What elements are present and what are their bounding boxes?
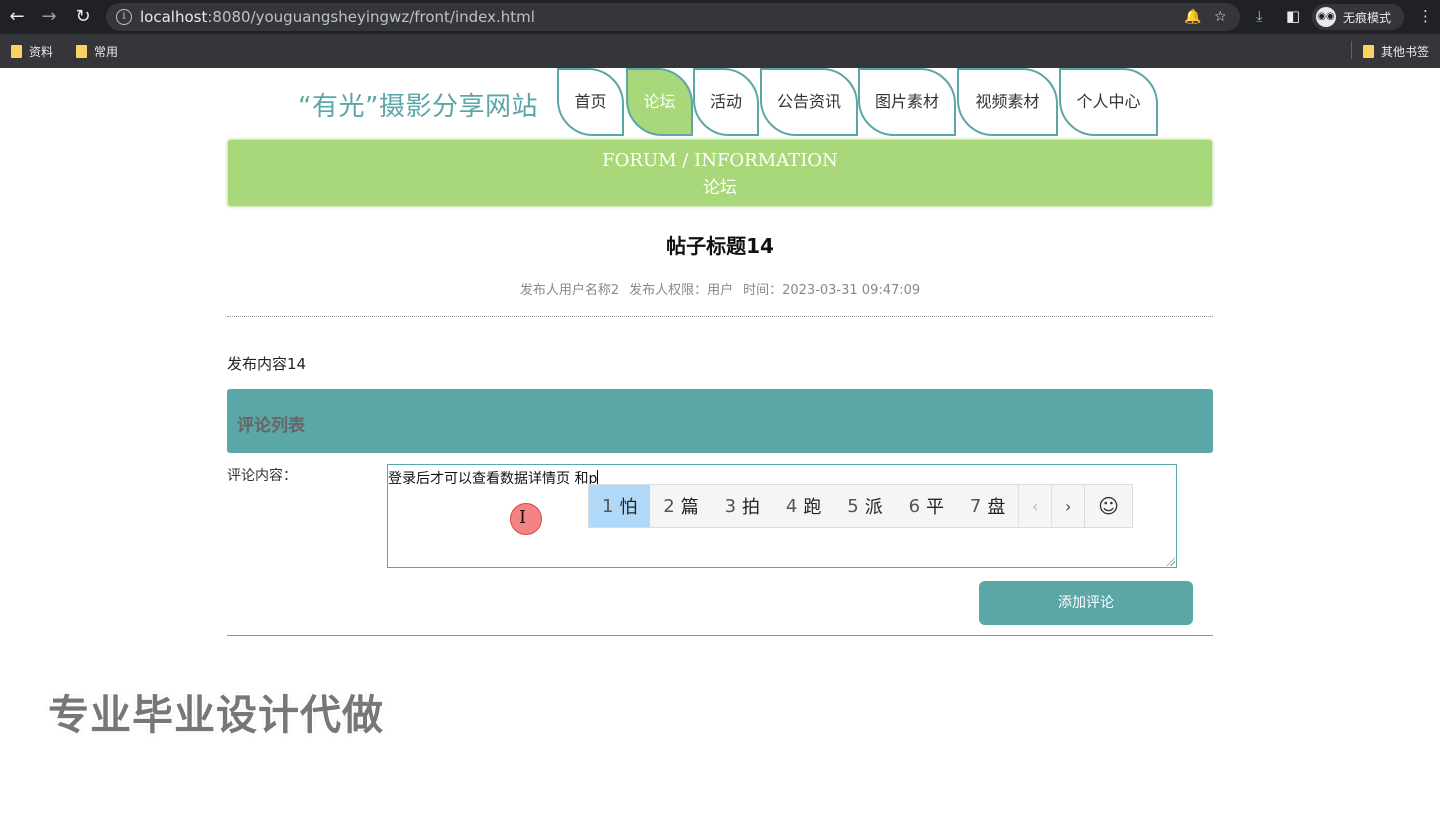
post-permission: 发布人权限：用户 bbox=[629, 283, 734, 298]
ime-candidate-3[interactable]: 3拍 bbox=[712, 485, 773, 527]
ime-candidate-4[interactable]: 4跑 bbox=[773, 485, 834, 527]
nav-video-assets[interactable]: 视频素材 bbox=[957, 68, 1058, 136]
ime-candidate-bar: 1怕 2篇 3拍 4跑 5派 6平 7盘 ‹ › ☺ bbox=[588, 484, 1133, 528]
site-logo[interactable]: “有光”摄影分享网站 bbox=[298, 86, 538, 123]
menu-kebab-icon[interactable]: ⋮ bbox=[1418, 7, 1433, 25]
ime-prev-page-icon[interactable]: ‹ bbox=[1018, 485, 1051, 527]
incognito-label: 无痕模式 bbox=[1343, 11, 1392, 25]
side-panel-icon[interactable]: ◧ bbox=[1286, 7, 1300, 25]
address-bar[interactable]: i localhost:8080/youguangsheyingwz/front… bbox=[106, 3, 1240, 31]
post-title: 帖子标题14 bbox=[666, 234, 774, 258]
ibeam-cursor-icon: I bbox=[519, 507, 527, 528]
nav-image-assets[interactable]: 图片素材 bbox=[858, 68, 956, 136]
divider bbox=[227, 316, 1213, 317]
ime-next-page-icon[interactable]: › bbox=[1051, 485, 1084, 527]
divider bbox=[227, 635, 1213, 636]
comment-list-header: 评论列表 bbox=[227, 389, 1213, 453]
url-text: localhost:8080/youguangsheyingwz/front/i… bbox=[140, 8, 535, 26]
nav-announcements[interactable]: 公告资讯 bbox=[760, 68, 858, 136]
banner-chinese-title: 论坛 bbox=[703, 178, 737, 198]
bookmark-folder-other[interactable]: 其他书签 bbox=[1363, 43, 1429, 60]
ime-candidate-2[interactable]: 2篇 bbox=[650, 485, 711, 527]
post-meta: 发布人用户名称2 发布人权限：用户 时间：2023-03-31 09:47:09 bbox=[0, 279, 1440, 298]
bookmarks-bar bbox=[0, 34, 1440, 68]
bookmark-folder-ziliao[interactable]: 资料 bbox=[11, 43, 53, 60]
bookmark-separator bbox=[1351, 41, 1352, 59]
site-info-icon[interactable]: i bbox=[116, 9, 132, 25]
back-arrow-icon[interactable]: ← bbox=[5, 5, 29, 29]
nav-home[interactable]: 首页 bbox=[557, 68, 624, 136]
watermark-text: 专业毕业设计代做 bbox=[48, 691, 384, 739]
resize-handle-icon[interactable] bbox=[1166, 557, 1175, 566]
ime-candidate-6[interactable]: 6平 bbox=[896, 485, 957, 527]
comment-input-value: 登录后才可以查看数据详情页 和p bbox=[388, 470, 599, 487]
incognito-icon: ◉◉ bbox=[1316, 7, 1336, 27]
bookmark-folder-changyong[interactable]: 常用 bbox=[76, 43, 118, 60]
nav-personal-center[interactable]: 个人中心 bbox=[1059, 68, 1158, 136]
forward-arrow-icon[interactable]: → bbox=[37, 5, 61, 29]
banner-english-title: FORUM / INFORMATION bbox=[602, 150, 838, 171]
comment-list-title: 评论列表 bbox=[237, 416, 305, 436]
bookmark-star-icon[interactable]: ☆ bbox=[1214, 9, 1227, 25]
incognito-indicator[interactable]: ◉◉ 无痕模式 bbox=[1312, 4, 1404, 30]
ime-emoji-icon[interactable]: ☺ bbox=[1084, 485, 1132, 527]
nav-forum[interactable]: 论坛 bbox=[626, 68, 693, 136]
download-icon[interactable]: ⤓ bbox=[1256, 7, 1263, 25]
folder-icon bbox=[1363, 45, 1374, 58]
notification-blocked-icon[interactable]: 🔔 bbox=[1184, 9, 1201, 25]
section-banner: FORUM / INFORMATION 论坛 bbox=[227, 139, 1213, 207]
post-content: 发布内容14 bbox=[227, 355, 307, 373]
ime-candidate-1[interactable]: 1怕 bbox=[589, 485, 651, 527]
folder-icon bbox=[11, 45, 22, 58]
ime-candidate-7[interactable]: 7盘 bbox=[957, 485, 1018, 527]
post-time: 时间：2023-03-31 09:47:09 bbox=[743, 283, 921, 298]
nav-activity[interactable]: 活动 bbox=[693, 68, 759, 136]
reload-icon[interactable]: ↻ bbox=[71, 5, 95, 29]
post-publisher: 发布人用户名称2 bbox=[519, 283, 620, 298]
add-comment-button[interactable]: 添加评论 bbox=[979, 581, 1193, 625]
browser-toolbar: ← → ↻ i localhost:8080/youguangsheyingwz… bbox=[0, 0, 1440, 34]
comment-label: 评论内容： bbox=[227, 468, 297, 484]
ime-candidate-5[interactable]: 5派 bbox=[834, 485, 895, 527]
folder-icon bbox=[76, 45, 87, 58]
